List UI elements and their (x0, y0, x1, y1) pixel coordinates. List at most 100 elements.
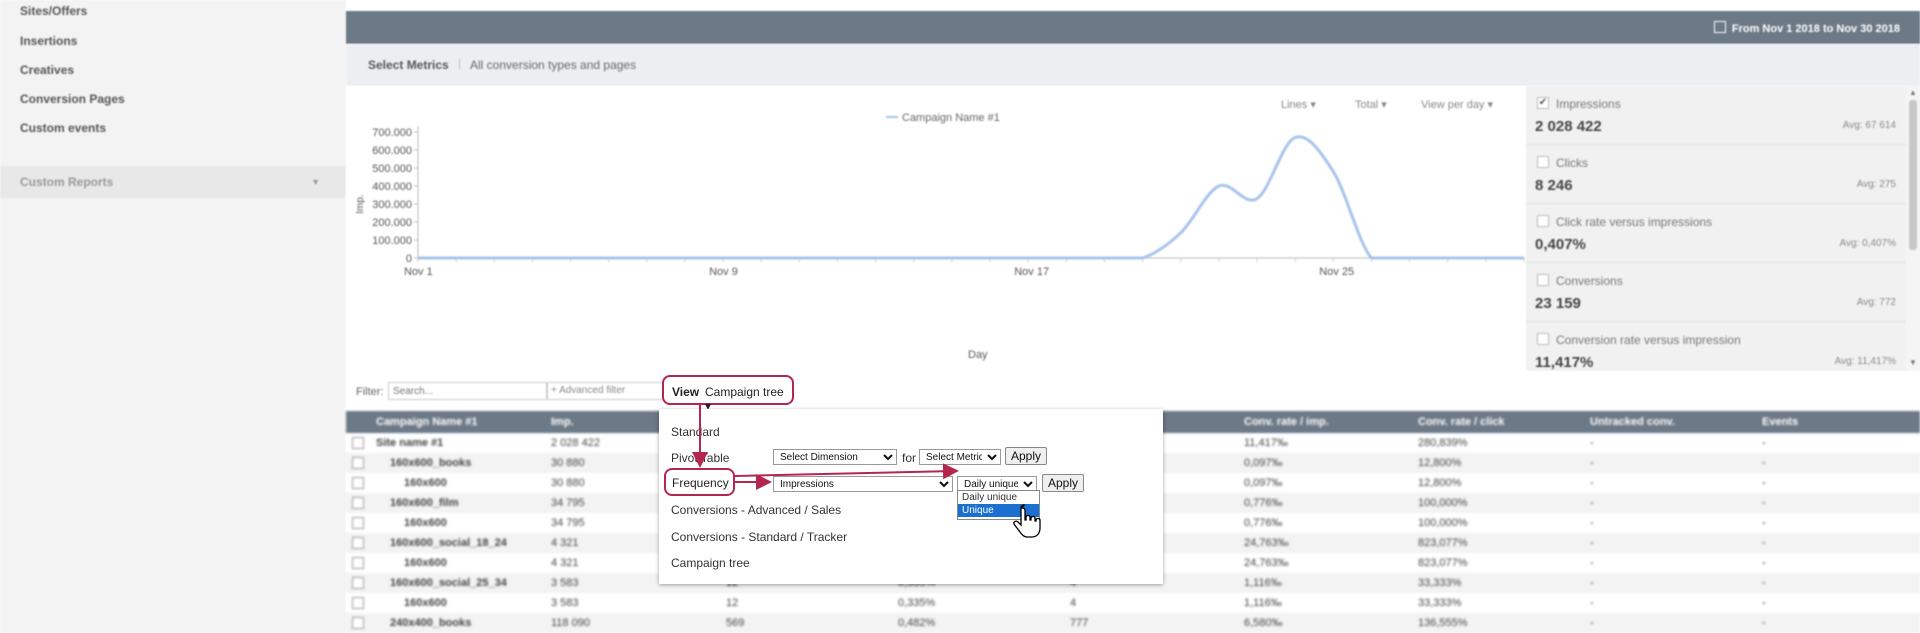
menu-item-conversions-advanced[interactable]: Conversions - Advanced / Sales (671, 503, 841, 517)
col-untracked-conv[interactable]: Untracked conv. (1590, 416, 1675, 428)
metric-average: Avg: 275 (1856, 179, 1896, 190)
scroll-up-icon[interactable]: ▲ (1909, 88, 1917, 97)
sidebar-item-insertions[interactable]: Insertions (20, 34, 77, 48)
menu-item-pivot-table[interactable]: Pivot Table (671, 451, 729, 465)
sidebar-item-sites-offers[interactable]: Sites/Offers (20, 4, 87, 18)
row-conv-rate-click: 12,800% (1418, 477, 1462, 489)
row-checkbox[interactable] (352, 597, 364, 609)
row-impressions: 2 028 422 (551, 437, 600, 449)
metric-checkbox[interactable] (1537, 215, 1549, 227)
row-name[interactable]: 160x600 (404, 477, 447, 489)
frequency-apply-button[interactable]: Apply (1042, 474, 1085, 492)
metric-checkbox[interactable] (1537, 333, 1549, 345)
date-range-picker[interactable]: From Nov 1 2018 to Nov 30 2018 (1713, 21, 1900, 35)
row-untracked: - (1590, 477, 1594, 489)
scroll-thumb[interactable] (1909, 100, 1917, 250)
table-row[interactable]: 240x400_books 118 090 569 0,482% 777 6,580‰ 13… (346, 613, 1920, 633)
line-chart: Campaign Name #1 700.000 600.000 500.000 400… (355, 112, 1525, 361)
row-checkbox[interactable] (352, 497, 364, 509)
metric-card[interactable]: ✔ Impressions 2 028 422 Avg: 67 614 (1526, 86, 1906, 145)
row-name[interactable]: 160x600_social_25_34 (390, 577, 507, 589)
sidebar-item-creatives[interactable]: Creatives (20, 63, 74, 77)
row-name[interactable]: Site name #1 (376, 437, 443, 449)
row-name[interactable]: 160x600 (404, 597, 447, 609)
x-tick-label: Nov 17 (1014, 266, 1049, 278)
metric-name: Click rate versus impressions (1556, 215, 1713, 229)
menu-item-standard[interactable]: Standard (671, 425, 720, 439)
row-checkbox[interactable] (352, 457, 364, 469)
row-checkbox[interactable] (352, 537, 364, 549)
menu-item-frequency[interactable]: Frequency (672, 476, 729, 490)
pivot-metric-select[interactable]: Select Metric (919, 449, 1001, 465)
metric-card[interactable]: Conversion rate versus impression 11,417%… (1526, 322, 1906, 371)
row-conv-rate-click: 823,077% (1418, 537, 1468, 549)
view-label: View (672, 385, 700, 399)
row-name[interactable]: 160x600 (404, 517, 447, 529)
col-conv-rate-imp[interactable]: Conv. rate / imp. (1244, 416, 1329, 428)
frequency-type-options: Daily unique Unique (957, 490, 1040, 520)
metric-average: Avg: 67 614 (1842, 120, 1896, 131)
row-events: - (1762, 537, 1766, 549)
row-impressions: 118 090 (551, 617, 590, 629)
metric-checkbox[interactable] (1537, 274, 1549, 286)
row-conversions: 777 (1070, 617, 1089, 629)
metric-panel-scrollbar[interactable]: ▲ ▼ (1906, 86, 1920, 371)
filter-label: Filter: (356, 386, 384, 398)
scroll-down-icon[interactable]: ▼ (1909, 358, 1917, 367)
menu-item-conversions-standard[interactable]: Conversions - Standard / Tracker (671, 530, 847, 544)
y-tick-label: 500.000 (372, 163, 412, 175)
frequency-metric-select[interactable]: Impressions (773, 476, 953, 492)
col-campaign-name[interactable]: Campaign Name #1 (376, 416, 477, 428)
row-name[interactable]: 160x600_books (390, 457, 471, 469)
metric-card[interactable]: Click rate versus impressions 0,407% Avg: … (1526, 204, 1906, 263)
row-checkbox[interactable] (352, 617, 364, 629)
y-tick-label: 100.000 (372, 235, 412, 247)
sidebar-item-conversion-pages[interactable]: Conversion Pages (20, 92, 125, 106)
row-impressions: 3 583 (551, 577, 579, 589)
select-metrics-button[interactable]: Select Metrics (368, 58, 449, 72)
col-conv-rate-click[interactable]: Conv. rate / click (1418, 416, 1505, 428)
table-row[interactable]: 160x600 3 583 12 0,335% 4 1,116‰ 33,333% - - (346, 593, 1920, 613)
row-events: - (1762, 617, 1766, 629)
search-input[interactable] (388, 382, 548, 400)
menu-item-campaign-tree[interactable]: Campaign tree (671, 556, 750, 570)
metrics-selector-bar: Select Metrics | All conversion types an… (346, 44, 1920, 86)
legend-label: Campaign Name #1 (902, 112, 1000, 124)
row-name[interactable]: 160x600_social_18_24 (390, 537, 507, 549)
metric-checkbox[interactable] (1537, 156, 1549, 168)
metric-checkbox[interactable]: ✔ (1537, 97, 1549, 109)
advanced-filter-button[interactable]: + Advanced filter (546, 382, 664, 400)
view-selector[interactable]: View Campaign tree ▾ (662, 375, 794, 413)
view-dropdown-menu: Standard Pivot Table Select Dimension fo… (659, 409, 1163, 584)
row-impressions: 30 880 (551, 457, 585, 469)
custom-reports-label: Custom Reports (20, 175, 114, 189)
row-checkbox[interactable] (352, 437, 364, 449)
conversion-types-filter[interactable]: All conversion types and pages (470, 58, 636, 72)
pivot-dimension-select[interactable]: Select Dimension (773, 449, 897, 465)
option-unique[interactable]: Unique (958, 504, 1039, 517)
x-tick-label: Nov 9 (709, 266, 738, 278)
row-checkbox[interactable] (352, 557, 364, 569)
row-events: - (1762, 457, 1766, 469)
pivot-apply-button[interactable]: Apply (1005, 447, 1048, 465)
row-conv-rate-imp: 1,116‰ (1244, 577, 1282, 589)
row-checkbox[interactable] (352, 517, 364, 529)
row-name[interactable]: 160x600 (404, 557, 447, 569)
row-conv-rate-imp: 24,763‰ (1244, 557, 1289, 569)
row-conv-rate-imp: 24,763‰ (1244, 537, 1289, 549)
row-checkbox[interactable] (352, 477, 364, 489)
option-daily-unique[interactable]: Daily unique (958, 491, 1039, 504)
row-checkbox[interactable] (352, 577, 364, 589)
col-events[interactable]: Events (1762, 416, 1798, 428)
col-impressions[interactable]: Imp. (551, 416, 574, 428)
row-name[interactable]: 160x600_film (390, 497, 459, 509)
row-events: - (1762, 437, 1766, 449)
metric-card[interactable]: Conversions 23 159 Avg: 772 (1526, 263, 1906, 322)
row-untracked: - (1590, 597, 1594, 609)
metric-card[interactable]: Clicks 8 246 Avg: 275 (1526, 145, 1906, 204)
sidebar-item-custom-events[interactable]: Custom events (20, 121, 106, 135)
sidebar-item-custom-reports[interactable]: Custom Reports ▼ (0, 166, 346, 198)
row-name[interactable]: 240x400_books (390, 617, 471, 629)
row-conv-rate-imp: 11,417‰ (1244, 437, 1288, 449)
y-axis-title: Imp. (355, 194, 366, 213)
